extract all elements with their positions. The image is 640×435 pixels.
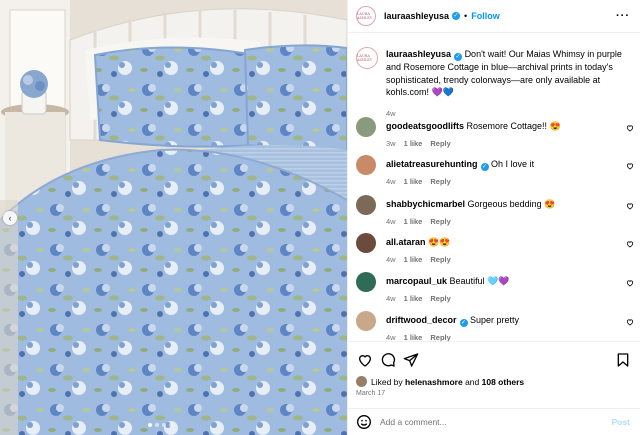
comment-text: alietatreasurehunting ✓ Oh I love it — [386, 158, 622, 171]
follow-button[interactable]: Follow — [471, 11, 500, 21]
comment-likes[interactable]: 1 like — [404, 217, 423, 226]
comment-body: Beautiful 🩵💜 — [449, 276, 510, 286]
reply-button[interactable]: Reply — [430, 139, 450, 148]
comment-meta: 4w 1 like Reply — [386, 177, 459, 186]
liker-avatar — [356, 376, 367, 387]
post-comment-button[interactable]: Post — [612, 417, 630, 427]
comment-username[interactable]: goodeatsgoodlifts — [386, 121, 464, 131]
avatar[interactable] — [356, 311, 376, 331]
reply-button[interactable]: Reply — [430, 255, 450, 264]
comment-username[interactable]: all.ataran — [386, 237, 426, 247]
avatar[interactable] — [356, 233, 376, 253]
post-photo[interactable]: ‹ — [0, 0, 347, 435]
caption-text: lauraashleyusa ✓ Don't wait! Our Maias Wh… — [386, 48, 634, 99]
comment-time: 4w — [386, 177, 396, 186]
carousel-dot — [162, 423, 166, 427]
carousel-dots — [148, 423, 173, 427]
comment-time: 4w — [386, 255, 396, 264]
reply-button[interactable]: Reply — [430, 217, 450, 226]
heart-icon[interactable] — [357, 352, 373, 368]
comment-body: Gorgeous bedding 😍 — [467, 199, 556, 209]
header-separator: • — [464, 11, 468, 21]
avatar-logo-text: LAURA ASHLEY — [357, 54, 373, 62]
comment-meta: 3w 1 like Reply — [386, 139, 459, 148]
post-date: March 17 — [356, 390, 386, 397]
action-bar — [348, 341, 640, 376]
comment-time: 4w — [386, 294, 396, 303]
comment-meta: 4w 1 like Reply — [386, 217, 459, 226]
comment-meta: 4w 1 like Reply — [386, 294, 459, 303]
comment-username[interactable]: driftwood_decor — [386, 315, 457, 325]
header-username[interactable]: lauraashleyusa — [384, 11, 449, 21]
comments-list[interactable]: LAURA ASHLEY lauraashleyusa ✓ Don't wait!… — [348, 33, 640, 341]
comment-text: driftwood_decor ✓ Super pretty — [386, 314, 622, 327]
comment-time: 4w — [386, 333, 396, 341]
more-options-icon[interactable]: ··· — [616, 10, 630, 22]
caption-username[interactable]: lauraashleyusa — [386, 49, 451, 59]
chevron-left-icon: ‹ — [8, 213, 12, 223]
comment-body: Rosemore Cottage!! 😍 — [466, 121, 561, 131]
comment-text: shabbychicmarbel Gorgeous bedding 😍 — [386, 198, 622, 211]
likes-user[interactable]: helenashmore — [405, 377, 463, 387]
heart-icon[interactable] — [626, 202, 634, 210]
verified-badge-icon: ✓ — [480, 163, 489, 171]
heart-icon[interactable] — [626, 279, 634, 287]
comment-likes[interactable]: 1 like — [404, 294, 423, 303]
avatar[interactable] — [356, 195, 376, 215]
comment-text: goodeatsgoodlifts Rosemore Cottage!! 😍 — [386, 120, 622, 133]
comment-time: 4w — [386, 217, 396, 226]
post-header: LAURA ASHLEY lauraashleyusa ✓ • Follow ·… — [348, 0, 640, 33]
avatar[interactable] — [356, 117, 376, 137]
verified-badge-icon: ✓ — [454, 53, 463, 61]
reply-button[interactable]: Reply — [430, 294, 450, 303]
comment-likes[interactable]: 1 like — [404, 333, 423, 341]
heart-icon[interactable] — [626, 240, 634, 248]
reply-button[interactable]: Reply — [430, 333, 450, 341]
comment-likes[interactable]: 1 like — [404, 255, 423, 264]
comment-username[interactable]: alietatreasurehunting — [386, 159, 478, 169]
comment-text: all.ataran 😍😍 — [386, 236, 622, 249]
smiley-icon[interactable] — [356, 414, 372, 430]
comment-time: 3w — [386, 139, 396, 148]
verified-badge-icon: ✓ — [459, 319, 468, 327]
comment-likes[interactable]: 1 like — [404, 139, 423, 148]
comment-input[interactable] — [380, 417, 600, 427]
likes-others[interactable]: 108 others — [482, 377, 525, 387]
avatar[interactable]: LAURA ASHLEY — [356, 47, 378, 69]
comment-meta: 4w 1 like Reply — [386, 333, 459, 341]
heart-icon[interactable] — [626, 162, 634, 170]
heart-icon[interactable] — [626, 124, 634, 132]
paper-plane-icon[interactable] — [403, 352, 419, 368]
reply-button[interactable]: Reply — [430, 177, 450, 186]
carousel-prev-button[interactable]: ‹ — [3, 211, 17, 225]
likes-conj: and — [465, 376, 480, 387]
comment-body: 😍😍 — [428, 237, 451, 247]
comment-likes[interactable]: 1 like — [404, 177, 423, 186]
caption-meta: 4w — [386, 109, 404, 118]
heart-icon[interactable] — [626, 318, 634, 326]
avatar[interactable] — [356, 155, 376, 175]
carousel-dot — [169, 423, 173, 427]
post-sidebar: LAURA ASHLEY lauraashleyusa ✓ • Follow ·… — [347, 0, 640, 435]
bookmark-icon[interactable] — [615, 352, 631, 368]
avatar[interactable]: LAURA ASHLEY — [356, 6, 376, 26]
likes-prefix: Liked by — [371, 376, 403, 387]
carousel-dot — [155, 423, 159, 427]
avatar-logo-text: LAURA ASHLEY — [357, 12, 373, 20]
caption-time: 4w — [386, 109, 396, 118]
comment-username[interactable]: shabbychicmarbel — [386, 199, 465, 209]
add-comment-row: Post — [348, 408, 640, 435]
bedding-photo-illustration — [0, 0, 347, 435]
comment-body: Super pretty — [470, 315, 520, 325]
comment-meta: 4w 1 like Reply — [386, 255, 459, 264]
comment-username[interactable]: marcopaul_uk — [386, 276, 447, 286]
avatar[interactable] — [356, 272, 376, 292]
comment-text: marcopaul_uk Beautiful 🩵💜 — [386, 275, 622, 288]
comment-bubble-icon[interactable] — [380, 352, 396, 368]
verified-badge-icon: ✓ — [452, 12, 461, 20]
likes-summary: Liked by helenashmore and 108 others — [356, 376, 524, 387]
comment-body: Oh I love it — [491, 159, 535, 169]
carousel-dot — [148, 423, 152, 427]
